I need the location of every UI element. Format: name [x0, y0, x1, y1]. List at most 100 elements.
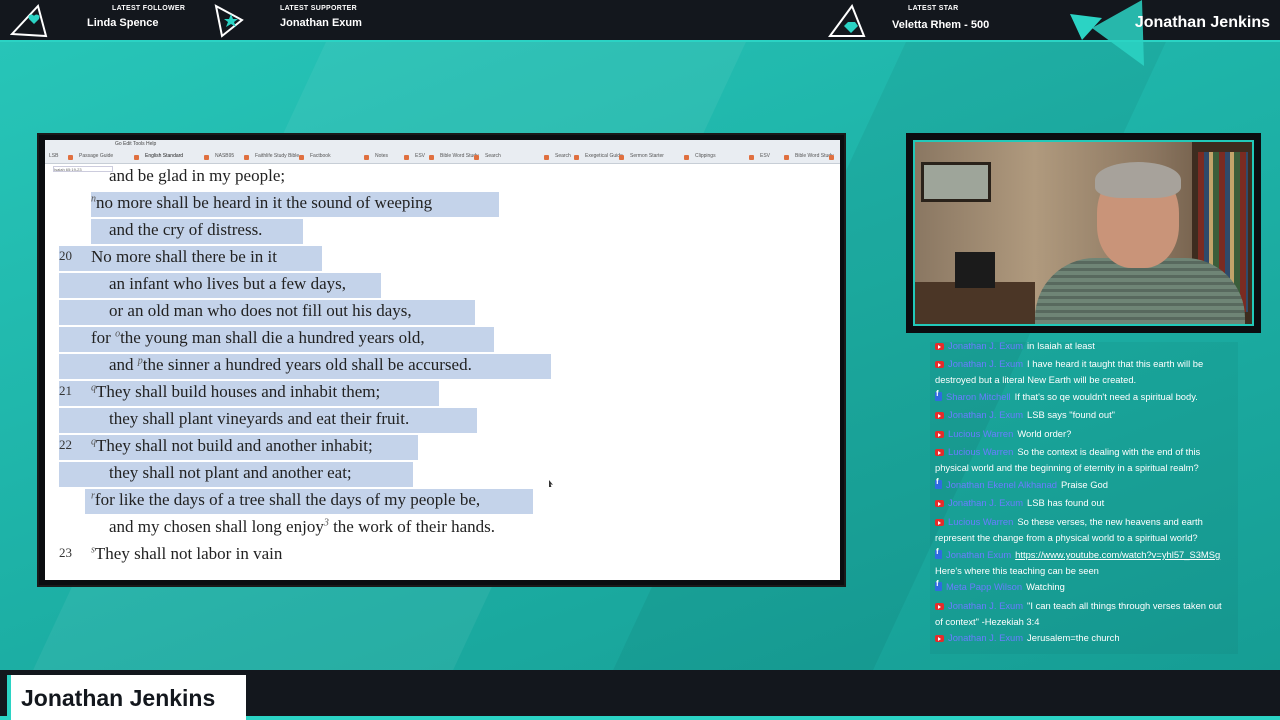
- reference-box[interactable]: Isaiah 65:19-23: [53, 166, 113, 172]
- chat-message: Jonathan J. Exum LSB says "found out": [935, 407, 1231, 423]
- latest-follower-label: LATEST FOLLOWER: [112, 5, 186, 12]
- youtube-icon: [935, 500, 944, 507]
- tab-12[interactable]: Sermon Starter: [630, 153, 689, 162]
- chat-author: Jonathan J. Exum: [948, 632, 1024, 643]
- latest-star-alert: LATEST STAR Veletta Rhem - 500: [828, 0, 998, 42]
- webcam-video: [913, 140, 1254, 326]
- verse-text: the work of their hands.: [328, 517, 496, 536]
- verse-text: and the cry of distress.: [109, 220, 263, 239]
- app-menu[interactable]: Go Edit Tools Help: [115, 141, 156, 147]
- verse-line: an infant who lives but a few days,: [109, 272, 346, 296]
- chat-author: Lucious Warren: [948, 446, 1014, 457]
- star-icon: [214, 4, 244, 38]
- chat-message: Jonathan Ekenel AlkhanadPraise God: [935, 477, 1231, 493]
- verse-text: for: [91, 328, 116, 347]
- tab-4[interactable]: Faithlife Study Bible: [255, 153, 304, 162]
- tab-11[interactable]: Exegetical Guide: [585, 153, 624, 162]
- tab-2[interactable]: English Standard: [145, 153, 209, 162]
- verse-text: an infant who lives but a few days,: [109, 274, 346, 293]
- tab-9[interactable]: Search: [485, 153, 549, 162]
- top-alert-bar: LATEST FOLLOWER Linda Spence LATEST SUPP…: [0, 0, 1280, 66]
- verse-text: and my chosen shall long enjoy: [109, 517, 324, 536]
- chat-message: Jonathan J. Exum LSB has found out: [935, 495, 1231, 511]
- chat-message: Lucious Warren So the context is dealing …: [935, 444, 1231, 476]
- verse-number: 20: [59, 248, 72, 263]
- verse-number: 21: [59, 383, 72, 398]
- tab-strip: Go Edit Tools Help LSB Passage Guide Engli…: [45, 140, 840, 164]
- chat-message: Jonathan J. Exum in Isaiah at least: [935, 342, 1231, 354]
- tab-10[interactable]: Search: [555, 153, 579, 162]
- verse-text: They shall not build and another inhabit…: [96, 436, 373, 455]
- chat-author: Sharon Mitchell: [946, 391, 1011, 402]
- youtube-icon: [935, 431, 944, 438]
- chat-message: Lucious Warren World order?: [935, 426, 1231, 442]
- tab-8[interactable]: Bible Word Study: [440, 153, 479, 162]
- chat-text: LSB has found out: [1027, 497, 1105, 508]
- verse-line: they shall not plant and another eat;: [109, 461, 352, 485]
- chat-author: Jonathan J. Exum: [948, 600, 1024, 611]
- heart-icon: [10, 4, 48, 38]
- youtube-icon: [935, 603, 944, 610]
- chat-author: Jonathan J. Exum: [948, 342, 1024, 351]
- tab-7[interactable]: ESV: [415, 153, 434, 162]
- verse-line: qThey shall not build and another inhabi…: [91, 434, 373, 458]
- latest-supporter-label: LATEST SUPPORTER: [280, 5, 358, 12]
- tab-13[interactable]: Clippings: [695, 153, 754, 162]
- verse-text: the young man shall die a hundred years …: [120, 328, 425, 347]
- facebook-icon: [935, 579, 942, 591]
- chat-message: Jonathan J. Exum I have heard it taught t…: [935, 356, 1231, 388]
- verse-text: They shall not labor in vain: [94, 544, 283, 563]
- chat-author: Jonathan J. Exum: [948, 358, 1024, 369]
- verse-number: 23: [59, 545, 72, 560]
- verse-text: No more shall there be in it: [91, 247, 278, 266]
- verse-text: and: [109, 355, 138, 374]
- verse-line: No more shall there be in it: [91, 245, 277, 269]
- latest-follower-value: Linda Spence: [87, 17, 159, 29]
- tab-5[interactable]: Factbook: [310, 153, 369, 162]
- chat-message: Jonathan Exumhttps://www.youtube.com/wat…: [935, 547, 1231, 579]
- gem-icon: [828, 4, 866, 37]
- chat-text: Watching: [1026, 581, 1065, 592]
- latest-star-label: LATEST STAR: [908, 5, 959, 12]
- verse-line: rfor like the days of a tree shall the d…: [91, 488, 480, 512]
- tab-0[interactable]: LSB: [49, 153, 73, 162]
- lower-third-name: Jonathan Jenkins: [21, 685, 216, 711]
- latest-supporter-value: Jonathan Exum: [280, 17, 362, 29]
- latest-supporter-alert: LATEST SUPPORTER Jonathan Exum: [212, 0, 372, 42]
- chat-text: in Isaiah at least: [1027, 342, 1095, 351]
- verse-text: the sinner a hundred years old shall be …: [142, 355, 472, 374]
- webcam-frame: [906, 133, 1261, 333]
- desk: [915, 282, 1035, 324]
- chat-author: Jonathan J. Exum: [948, 409, 1024, 420]
- lower-third: Jonathan Jenkins: [7, 675, 246, 720]
- facebook-icon: [935, 547, 942, 559]
- youtube-icon: [935, 412, 944, 419]
- tab-14[interactable]: ESV: [760, 153, 789, 162]
- tab-6[interactable]: Notes: [375, 153, 409, 162]
- chat-link[interactable]: https://www.youtube.com/watch?v=yhl57_S3…: [1015, 549, 1220, 560]
- tab-1[interactable]: Passage Guide: [79, 153, 139, 162]
- tab-3[interactable]: NASB95: [215, 153, 249, 162]
- verse-text: for like the days of a tree shall the da…: [94, 490, 481, 509]
- bible-software-window: Go Edit Tools Help LSB Passage Guide Engli…: [45, 140, 840, 580]
- verse-line: and my chosen shall long enjoy3 the work…: [109, 515, 495, 539]
- chat-message: Sharon MitchellIf that's so qe wouldn't …: [935, 389, 1231, 405]
- brand-triangle-icon: [1070, 0, 1144, 66]
- verse-text: no more shall be heard in it the sound o…: [96, 193, 433, 212]
- youtube-icon: [935, 635, 944, 642]
- youtube-icon: [935, 343, 944, 350]
- chat-message: Lucious Warren So these verses, the new h…: [935, 514, 1231, 546]
- youtube-icon: [935, 361, 944, 368]
- chat-text: LSB says "found out": [1027, 409, 1116, 420]
- verse-number: 22: [59, 437, 72, 452]
- verse-text: they shall not plant and another eat;: [109, 463, 352, 482]
- latest-follower-alert: LATEST FOLLOWER Linda Spence: [10, 0, 185, 42]
- chat-message: Jonathan J. Exum "I can teach all things …: [935, 598, 1231, 630]
- chat-author: Meta Papp Wilson: [946, 581, 1023, 592]
- presenter: [1035, 162, 1245, 324]
- wall-picture: [921, 162, 991, 202]
- tab-15[interactable]: Bible Word Study: [795, 153, 834, 162]
- chat-text: Jerusalem=the church: [1027, 632, 1120, 643]
- chat-panel: Jonathan J. Exum in Isaiah at least Jonath…: [930, 342, 1238, 654]
- verse-line: or an old man who does not fill out his …: [109, 299, 412, 323]
